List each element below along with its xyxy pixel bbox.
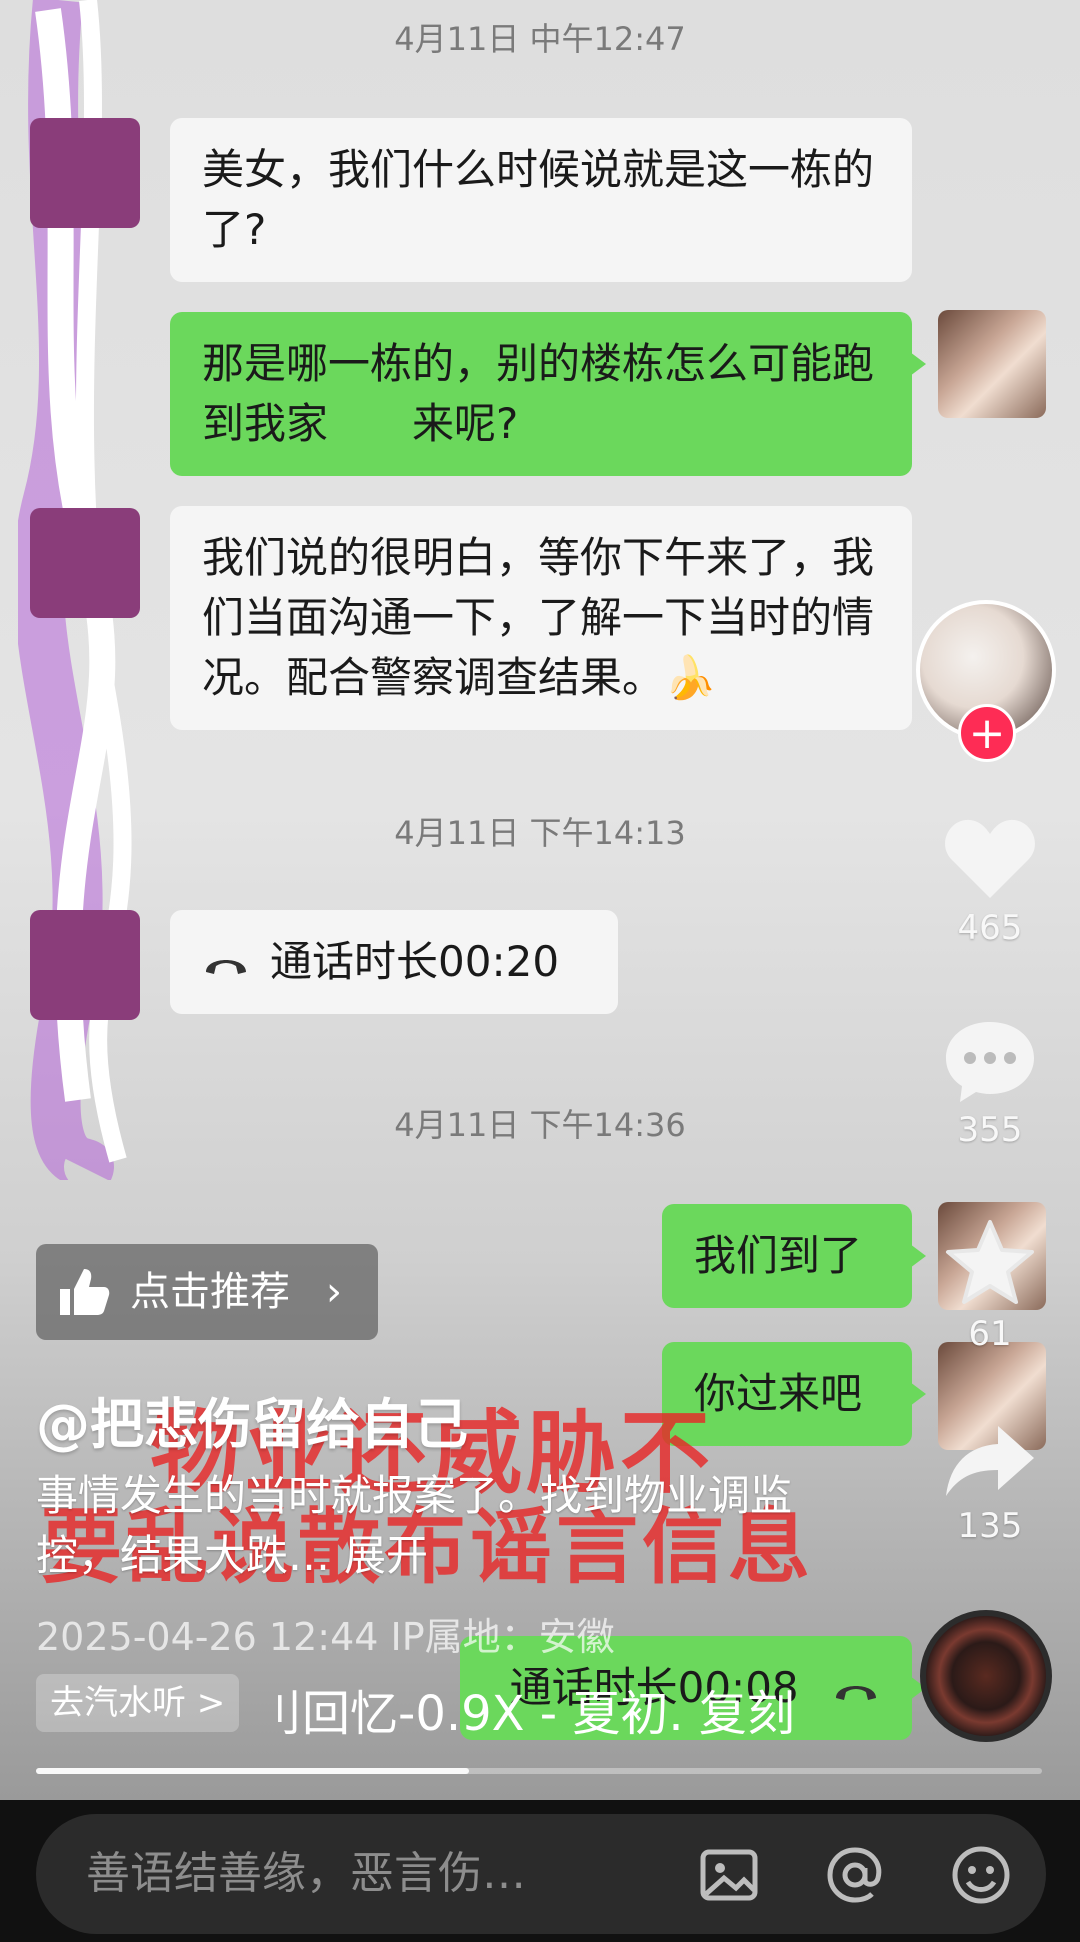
self-avatar bbox=[938, 310, 1046, 418]
author-name[interactable]: @把悲伤留给自己 bbox=[36, 1380, 468, 1459]
phone-icon bbox=[206, 959, 246, 974]
timestamp: 4月11日 下午14:13 bbox=[394, 814, 686, 852]
comment-button[interactable]: 355 bbox=[930, 1018, 1050, 1150]
comment-count: 355 bbox=[957, 1110, 1023, 1150]
thumbs-up-icon bbox=[60, 1269, 110, 1315]
video-progress-bar[interactable] bbox=[36, 1768, 1042, 1774]
like-button[interactable]: 465 bbox=[930, 816, 1050, 948]
phone-icon bbox=[836, 1685, 876, 1700]
like-count: 465 bbox=[957, 908, 1023, 948]
timestamp: 4月11日 中午12:47 bbox=[394, 20, 686, 58]
at-icon[interactable] bbox=[824, 1844, 886, 1906]
message-outgoing: 那是哪一栋的，别的楼栋怎么可能跑到我家 来呢? bbox=[170, 312, 926, 476]
recommend-label: 点击推荐 bbox=[130, 1269, 290, 1315]
message-incoming: 我们说的很明白，等你下午来了，我们当面沟通一下，了解一下当时的情况。配合警察调查… bbox=[170, 506, 912, 730]
contact-avatar bbox=[30, 508, 140, 618]
chevron-right-icon: › bbox=[326, 1269, 342, 1315]
music-disc[interactable] bbox=[920, 1610, 1052, 1742]
comment-input[interactable]: 善语结善缘，恶言伤… bbox=[86, 1814, 526, 1934]
image-icon[interactable] bbox=[698, 1844, 760, 1906]
contact-avatar bbox=[30, 910, 140, 1020]
share-button[interactable]: 135 bbox=[930, 1420, 1050, 1546]
heart-icon bbox=[945, 819, 1035, 898]
call-duration: 通话时长00:20 bbox=[270, 937, 560, 986]
video-description: 事情发生的当时就报案了。找到物业调监控，结果大跌… 展开 bbox=[36, 1466, 836, 1586]
progress-fill bbox=[36, 1768, 469, 1774]
star-icon bbox=[946, 1220, 1034, 1304]
comment-bar[interactable]: 善语结善缘，恶言伤… bbox=[36, 1814, 1046, 1934]
favorite-button[interactable]: 61 bbox=[930, 1218, 1050, 1354]
call-record: 通话时长00:20 bbox=[170, 910, 618, 1014]
expand-link[interactable]: 展开 bbox=[344, 1531, 428, 1580]
contact-avatar bbox=[30, 118, 140, 228]
video-frame[interactable]: 4月11日 中午12:47 美女，我们什么时候说就是这一栋的了? 那是哪一栋的，… bbox=[0, 0, 1080, 1800]
comment-icon bbox=[946, 1022, 1034, 1102]
follow-button[interactable]: + bbox=[958, 704, 1016, 762]
post-meta: 2025-04-26 12:44 IP属地：安徽 bbox=[36, 1615, 615, 1659]
share-icon bbox=[946, 1426, 1034, 1496]
music-title[interactable]: 刂回忆-0.9X - 夏初. 复刻 bbox=[254, 1674, 795, 1744]
message-outgoing: 我们到了 bbox=[662, 1204, 926, 1308]
emoji-icon[interactable] bbox=[950, 1844, 1012, 1906]
timestamp: 4月11日 下午14:36 bbox=[394, 1106, 686, 1144]
music-app-link[interactable]: 去汽水听 > bbox=[36, 1674, 240, 1732]
message-incoming: 美女，我们什么时候说就是这一栋的了? bbox=[170, 118, 912, 282]
favorite-count: 61 bbox=[968, 1314, 1012, 1354]
share-count: 135 bbox=[957, 1506, 1023, 1546]
recommend-button[interactable]: 点击推荐 › bbox=[36, 1244, 378, 1340]
